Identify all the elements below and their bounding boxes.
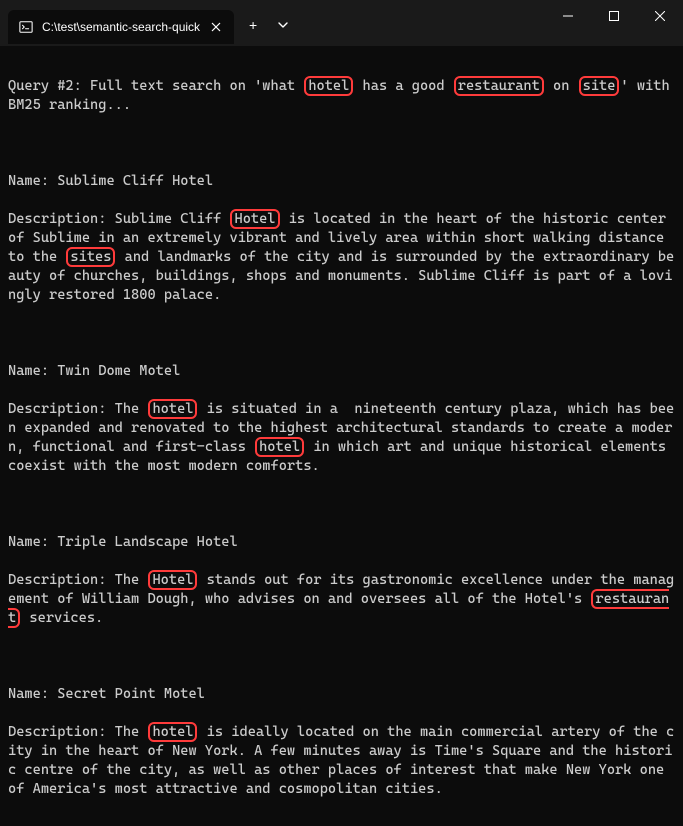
highlight-restaurant: restaurant — [454, 76, 544, 96]
highlight-hotel: hotel — [304, 76, 353, 96]
highlight-hotel: hotel — [148, 722, 197, 742]
tab-title: C:\test\semantic-search-quick — [42, 20, 200, 34]
titlebar: C:\test\semantic-search-quick + — [0, 0, 683, 46]
result-description: Description: The hotel is situated in a … — [8, 400, 675, 476]
result-description: Description: Sublime Cliff Hotel is loca… — [8, 210, 675, 305]
result-name: Name: Triple Landscape Hotel — [8, 533, 675, 552]
terminal-icon — [18, 19, 34, 35]
close-button[interactable] — [637, 0, 683, 32]
highlight-sites: sites — [66, 247, 115, 267]
query-line: Query #2: Full text search on 'what hote… — [8, 78, 678, 113]
tab-dropdown-button[interactable] — [268, 10, 298, 40]
highlight-hotel: Hotel — [230, 209, 279, 229]
window-controls — [545, 0, 683, 34]
highlight-hotel: hotel — [148, 399, 197, 419]
highlight-site: site — [579, 76, 620, 96]
result-name: Name: Secret Point Motel — [8, 685, 675, 704]
result-name: Name: Sublime Cliff Hotel — [8, 172, 675, 191]
terminal-tab[interactable]: C:\test\semantic-search-quick — [8, 10, 234, 44]
result-name: Name: Twin Dome Motel — [8, 362, 675, 381]
new-tab-button[interactable]: + — [238, 10, 268, 40]
minimize-button[interactable] — [545, 0, 591, 32]
highlight-hotel: hotel — [255, 437, 304, 457]
result-description: Description: The Hotel stands out for it… — [8, 571, 675, 628]
terminal-output[interactable]: Query #2: Full text search on 'what hote… — [0, 46, 683, 826]
maximize-button[interactable] — [591, 0, 637, 32]
result-description: Description: The hotel is ideally locate… — [8, 723, 675, 799]
highlight-hotel: Hotel — [148, 570, 197, 590]
tab-close-button[interactable] — [208, 19, 224, 35]
